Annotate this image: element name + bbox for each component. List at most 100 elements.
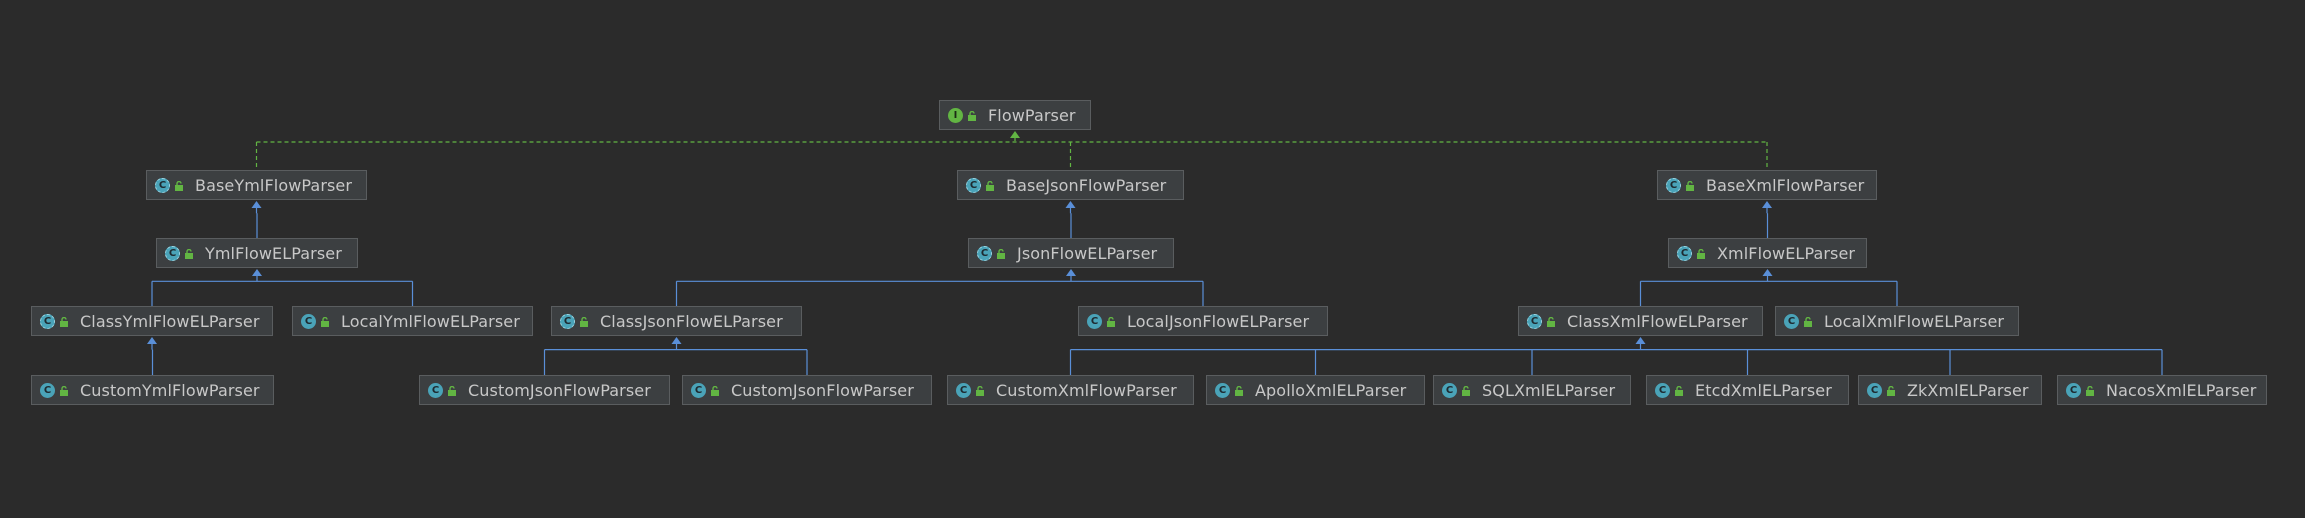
class-icon: C xyxy=(1655,382,1670,398)
public-lock-icon xyxy=(183,247,195,259)
class-node-label: ZkXmlELParser xyxy=(1907,380,2029,400)
class-node-sql-xml-el-parser[interactable]: C SQLXmlELParser xyxy=(1433,375,1631,405)
arrowhead-xml-flow-el-parser xyxy=(1762,269,1773,276)
class-node-custom-xml-flow-parser[interactable]: C CustomXmlFlowParser xyxy=(947,375,1194,405)
arrowhead-flow-parser xyxy=(1010,131,1020,138)
abstract-class-icon: C xyxy=(966,177,981,193)
arrowhead-json-flow-el-parser xyxy=(1066,269,1076,276)
edge-base-json-flow-parser-extends xyxy=(1069,207,1072,238)
class-node-label: ClassXmlFlowELParser xyxy=(1567,311,1748,331)
class-node-class-yml-flow-el-parser[interactable]: C ClassYmlFlowELParser xyxy=(31,306,273,336)
class-node-label: CustomJsonFlowParser xyxy=(468,380,651,400)
class-node-label: EtcdXmlELParser xyxy=(1695,380,1832,400)
class-icon: C xyxy=(1867,382,1882,398)
class-icon: C xyxy=(2066,382,2081,398)
class-icon: C xyxy=(1215,382,1230,398)
abstract-class-icon: C xyxy=(165,245,180,261)
public-lock-icon xyxy=(966,109,978,121)
public-lock-icon xyxy=(1105,315,1117,327)
class-node-zk-xml-el-parser[interactable]: C ZkXmlELParser xyxy=(1858,375,2042,405)
class-node-label: BaseJsonFlowParser xyxy=(1006,175,1167,195)
class-node-label: CustomYmlFlowParser xyxy=(80,380,260,400)
interface-icon: I xyxy=(948,107,963,123)
class-node-base-yml-flow-parser[interactable]: C BaseYmlFlowParser xyxy=(146,170,367,200)
public-lock-icon xyxy=(1673,384,1685,396)
abstract-class-icon: C xyxy=(1666,177,1681,193)
class-node-label: XmlFlowELParser xyxy=(1717,243,1856,263)
class-node-local-json-flow-el-parser[interactable]: C LocalJsonFlowELParser xyxy=(1078,306,1328,336)
class-node-local-xml-flow-el-parser[interactable]: C LocalXmlFlowELParser xyxy=(1775,306,2019,336)
edge-yml-flow-el-parser-extends xyxy=(151,275,414,306)
class-icon: C xyxy=(301,313,316,329)
class-node-class-json-flow-el-parser[interactable]: C ClassJsonFlowELParser xyxy=(551,306,802,336)
class-icon: C xyxy=(1442,382,1457,398)
abstract-class-icon: C xyxy=(560,313,575,329)
arrowhead-class-yml-flow-el-parser xyxy=(147,337,157,344)
class-icon: C xyxy=(428,382,443,398)
class-node-xml-flow-el-parser[interactable]: C XmlFlowELParser xyxy=(1668,238,1867,268)
class-node-label: CustomXmlFlowParser xyxy=(996,380,1177,400)
class-node-nacos-xml-el-parser[interactable]: C NacosXmlELParser xyxy=(2057,375,2267,405)
public-lock-icon xyxy=(58,384,70,396)
class-node-base-json-flow-parser[interactable]: C BaseJsonFlowParser xyxy=(957,170,1184,200)
class-node-label: NacosXmlELParser xyxy=(2106,380,2257,400)
edge-class-yml-flow-el-parser-extends xyxy=(151,343,154,375)
class-node-label: ClassJsonFlowELParser xyxy=(600,311,783,331)
arrowhead-class-xml-flow-el-parser xyxy=(1635,337,1646,344)
public-lock-icon xyxy=(1802,315,1814,327)
class-node-label: LocalXmlFlowELParser xyxy=(1824,311,2005,331)
class-icon: C xyxy=(40,382,55,398)
public-lock-icon xyxy=(995,247,1007,259)
arrowhead-base-json-flow-parser xyxy=(1065,201,1076,208)
public-lock-icon xyxy=(1695,247,1707,259)
edge-class-json-flow-el-parser-extends xyxy=(543,343,808,375)
class-node-class-xml-flow-el-parser[interactable]: C ClassXmlFlowELParser xyxy=(1518,306,1763,336)
class-node-local-yml-flow-el-parser[interactable]: C LocalYmlFlowELParser xyxy=(292,306,533,336)
class-node-custom-json-flow-parser-1[interactable]: C CustomJsonFlowParser xyxy=(419,375,670,405)
edge-json-flow-el-parser-extends xyxy=(675,275,1204,306)
public-lock-icon xyxy=(974,384,986,396)
class-icon: C xyxy=(956,382,971,398)
arrowhead-base-yml-flow-parser xyxy=(251,201,262,208)
edge-base-xml-flow-parser-extends xyxy=(1766,207,1769,238)
class-icon: C xyxy=(691,382,706,398)
class-node-json-flow-el-parser[interactable]: C JsonFlowELParser xyxy=(968,238,1174,268)
arrowhead-class-json-flow-el-parser xyxy=(671,337,682,344)
class-node-base-xml-flow-parser[interactable]: C BaseXmlFlowParser xyxy=(1657,170,1877,200)
abstract-class-icon: C xyxy=(977,245,992,261)
class-node-flow-parser[interactable]: I FlowParser xyxy=(939,100,1091,130)
class-node-yml-flow-el-parser[interactable]: C YmlFlowELParser xyxy=(156,238,358,268)
class-node-apollo-xml-el-parser[interactable]: C ApolloXmlELParser xyxy=(1206,375,1425,405)
class-node-label: YmlFlowELParser xyxy=(205,243,342,263)
class-node-etcd-xml-el-parser[interactable]: C EtcdXmlELParser xyxy=(1646,375,1849,405)
edge-xml-flow-el-parser-extends xyxy=(1639,275,1898,306)
class-node-label: LocalYmlFlowELParser xyxy=(341,311,520,331)
abstract-class-icon: C xyxy=(1527,313,1542,329)
public-lock-icon xyxy=(446,384,458,396)
public-lock-icon xyxy=(578,315,590,327)
abstract-class-icon: C xyxy=(40,313,55,329)
public-lock-icon xyxy=(1684,179,1696,191)
uml-class-diagram: I FlowParser C BaseYmlFlowParser C BaseJsonFl… xyxy=(0,0,2305,518)
edge-class-xml-flow-el-parser-extends xyxy=(1069,343,2163,375)
class-node-custom-json-flow-parser-2[interactable]: C CustomJsonFlowParser xyxy=(682,375,932,405)
edge-flow-parser-implements xyxy=(255,137,1768,170)
public-lock-icon xyxy=(173,179,185,191)
class-node-label: SQLXmlELParser xyxy=(1482,380,1616,400)
class-node-label: JsonFlowELParser xyxy=(1017,243,1158,263)
class-node-custom-yml-flow-parser[interactable]: C CustomYmlFlowParser xyxy=(31,375,274,405)
public-lock-icon xyxy=(1233,384,1245,396)
public-lock-icon xyxy=(984,179,996,191)
class-node-label: BaseXmlFlowParser xyxy=(1706,175,1865,195)
public-lock-icon xyxy=(2084,384,2096,396)
abstract-class-icon: C xyxy=(1677,245,1692,261)
public-lock-icon xyxy=(1885,384,1897,396)
public-lock-icon xyxy=(1545,315,1557,327)
public-lock-icon xyxy=(1460,384,1472,396)
class-icon: C xyxy=(1087,313,1102,329)
class-node-label: LocalJsonFlowELParser xyxy=(1127,311,1310,331)
class-node-label: ClassYmlFlowELParser xyxy=(80,311,260,331)
public-lock-icon xyxy=(58,315,70,327)
class-node-label: ApolloXmlELParser xyxy=(1255,380,1407,400)
arrowhead-yml-flow-el-parser xyxy=(252,269,262,276)
